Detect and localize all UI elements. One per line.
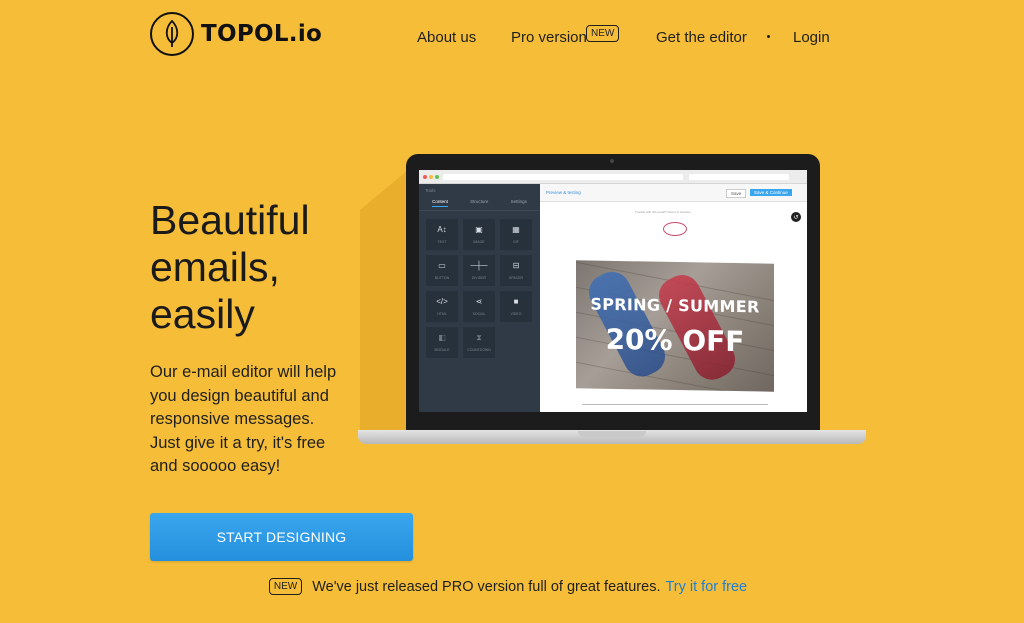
cube-icon: ◧ bbox=[438, 333, 446, 342]
tile-image: ▣ IMAGE bbox=[463, 219, 495, 250]
description-line: you design beautiful and bbox=[150, 386, 329, 405]
email-canvas: Trouble with this email? View it in brow… bbox=[540, 202, 807, 412]
new-badge: NEW bbox=[268, 578, 303, 595]
tab-content: Content bbox=[432, 199, 448, 207]
hero-headline: Beautiful emails, easily bbox=[150, 197, 370, 338]
description-line: Our e-mail editor will help bbox=[150, 363, 337, 381]
tile-button: ▭ BUTTON bbox=[426, 255, 458, 286]
plank-line bbox=[576, 360, 774, 392]
new-badge: NEW bbox=[586, 25, 620, 42]
search-bar bbox=[689, 174, 789, 180]
hourglass-icon: ⧗ bbox=[476, 333, 482, 342]
preview-label: Preview & testing bbox=[546, 190, 581, 195]
start-designing-button[interactable]: START DESIGNING bbox=[150, 513, 413, 561]
tile-text: A↕ TEXT bbox=[426, 219, 458, 250]
brand-logo bbox=[663, 222, 687, 236]
release-banner: NEW We've just released PRO version full… bbox=[0, 578, 1024, 595]
nav-separator-dot bbox=[767, 35, 770, 38]
description-line: and sooooo easy! bbox=[150, 457, 281, 475]
sidebar-title: Tools bbox=[425, 188, 436, 193]
laptop-screen: Tools Content Structure Settings A↕ TEXT … bbox=[406, 154, 820, 432]
window-close-icon bbox=[423, 174, 427, 179]
tab-settings: Settings bbox=[510, 199, 527, 204]
tile-label: BUTTON bbox=[434, 276, 450, 280]
headline-line: easily bbox=[150, 291, 255, 337]
tile-video: ■ VIDEO bbox=[500, 291, 532, 322]
hero-description: Our e-mail editor will help you design b… bbox=[150, 361, 365, 479]
tile-label: GIF bbox=[513, 240, 519, 244]
description-line: responsive messages. bbox=[150, 410, 315, 428]
save-button: Save bbox=[726, 189, 747, 198]
laptop-notch bbox=[578, 431, 646, 437]
divider bbox=[582, 404, 768, 405]
camera-icon bbox=[610, 159, 614, 163]
editor-screenshot: Tools Content Structure Settings A↕ TEXT … bbox=[419, 170, 807, 412]
headline-line: emails, bbox=[150, 244, 280, 290]
tile-label: VIDEO bbox=[510, 312, 522, 316]
nav-get-editor[interactable]: Get the editor bbox=[656, 27, 747, 49]
tile-label: SPACER bbox=[508, 276, 524, 280]
tile-label: IMAGE bbox=[473, 240, 485, 244]
tile-spacer: ⊟ SPACER bbox=[500, 255, 532, 286]
tab-structure: Structure bbox=[470, 199, 489, 204]
main-nav: About us Pro version NEW Get the editor … bbox=[0, 25, 1024, 51]
nav-about-us[interactable]: About us bbox=[417, 27, 476, 49]
tile-gif: ▦ GIF bbox=[500, 219, 532, 250]
undo-icon: ↺ bbox=[791, 212, 801, 222]
headline-line: Beautiful bbox=[150, 197, 310, 243]
release-text: We've just released PRO version full of … bbox=[312, 578, 661, 595]
tile-label: SOCIAL bbox=[472, 312, 486, 316]
button-icon: ▭ bbox=[438, 261, 446, 270]
window-maximize-icon bbox=[435, 174, 439, 179]
tile-divider: ─┼─ DIVIDER bbox=[463, 255, 495, 286]
sidebar-tabs: Content Structure Settings bbox=[419, 197, 540, 211]
tile-html: </> HTML bbox=[426, 291, 458, 322]
spacer-icon: ⊟ bbox=[512, 261, 520, 270]
text-icon: A↕ bbox=[437, 225, 447, 234]
promo-discount: 20% OFF bbox=[605, 322, 745, 359]
image-icon: ▣ bbox=[475, 225, 483, 234]
film-icon: ▦ bbox=[512, 225, 520, 234]
view-online-text: Trouble with this email? View it in brow… bbox=[635, 210, 691, 214]
editor-toolbar: Preview & testing Save Save & Continue bbox=[540, 184, 807, 202]
tile-label: TEXT bbox=[437, 240, 447, 244]
browser-bar bbox=[419, 170, 807, 184]
promo-title: SPRING / SUMMER bbox=[590, 294, 760, 317]
description-line: Just give it a try, it's free bbox=[150, 433, 326, 452]
editor-sidebar: Tools Content Structure Settings A↕ TEXT … bbox=[419, 184, 540, 412]
code-icon: </> bbox=[436, 297, 448, 306]
tile-label: DIVIDER bbox=[471, 276, 487, 280]
nav-pro-version[interactable]: Pro version bbox=[511, 27, 587, 49]
try-free-link[interactable]: Try it for free bbox=[665, 579, 747, 595]
share-icon: ⋖ bbox=[475, 297, 483, 306]
tile-label: COUNTDOWN bbox=[467, 348, 491, 352]
tile-module: ◧ MODULE bbox=[426, 327, 458, 358]
address-bar bbox=[443, 174, 683, 180]
save-continue-button: Save & Continue bbox=[750, 189, 792, 196]
promo-image: SPRING / SUMMER 20% OFF bbox=[576, 260, 774, 392]
tile-label: MODULE bbox=[434, 348, 450, 352]
video-icon: ■ bbox=[513, 297, 519, 306]
tile-label: HTML bbox=[437, 312, 447, 316]
divider-icon: ─┼─ bbox=[470, 261, 488, 270]
nav-login[interactable]: Login bbox=[793, 27, 830, 49]
window-minimize-icon bbox=[429, 174, 433, 179]
tile-countdown: ⧗ COUNTDOWN bbox=[463, 327, 495, 358]
tile-social: ⋖ SOCIAL bbox=[463, 291, 495, 322]
content-tiles: A↕ TEXT ▣ IMAGE ▦ GIF ▭ BUTTON ─┼─ DIVIDER ⊟ S… bbox=[419, 211, 540, 366]
